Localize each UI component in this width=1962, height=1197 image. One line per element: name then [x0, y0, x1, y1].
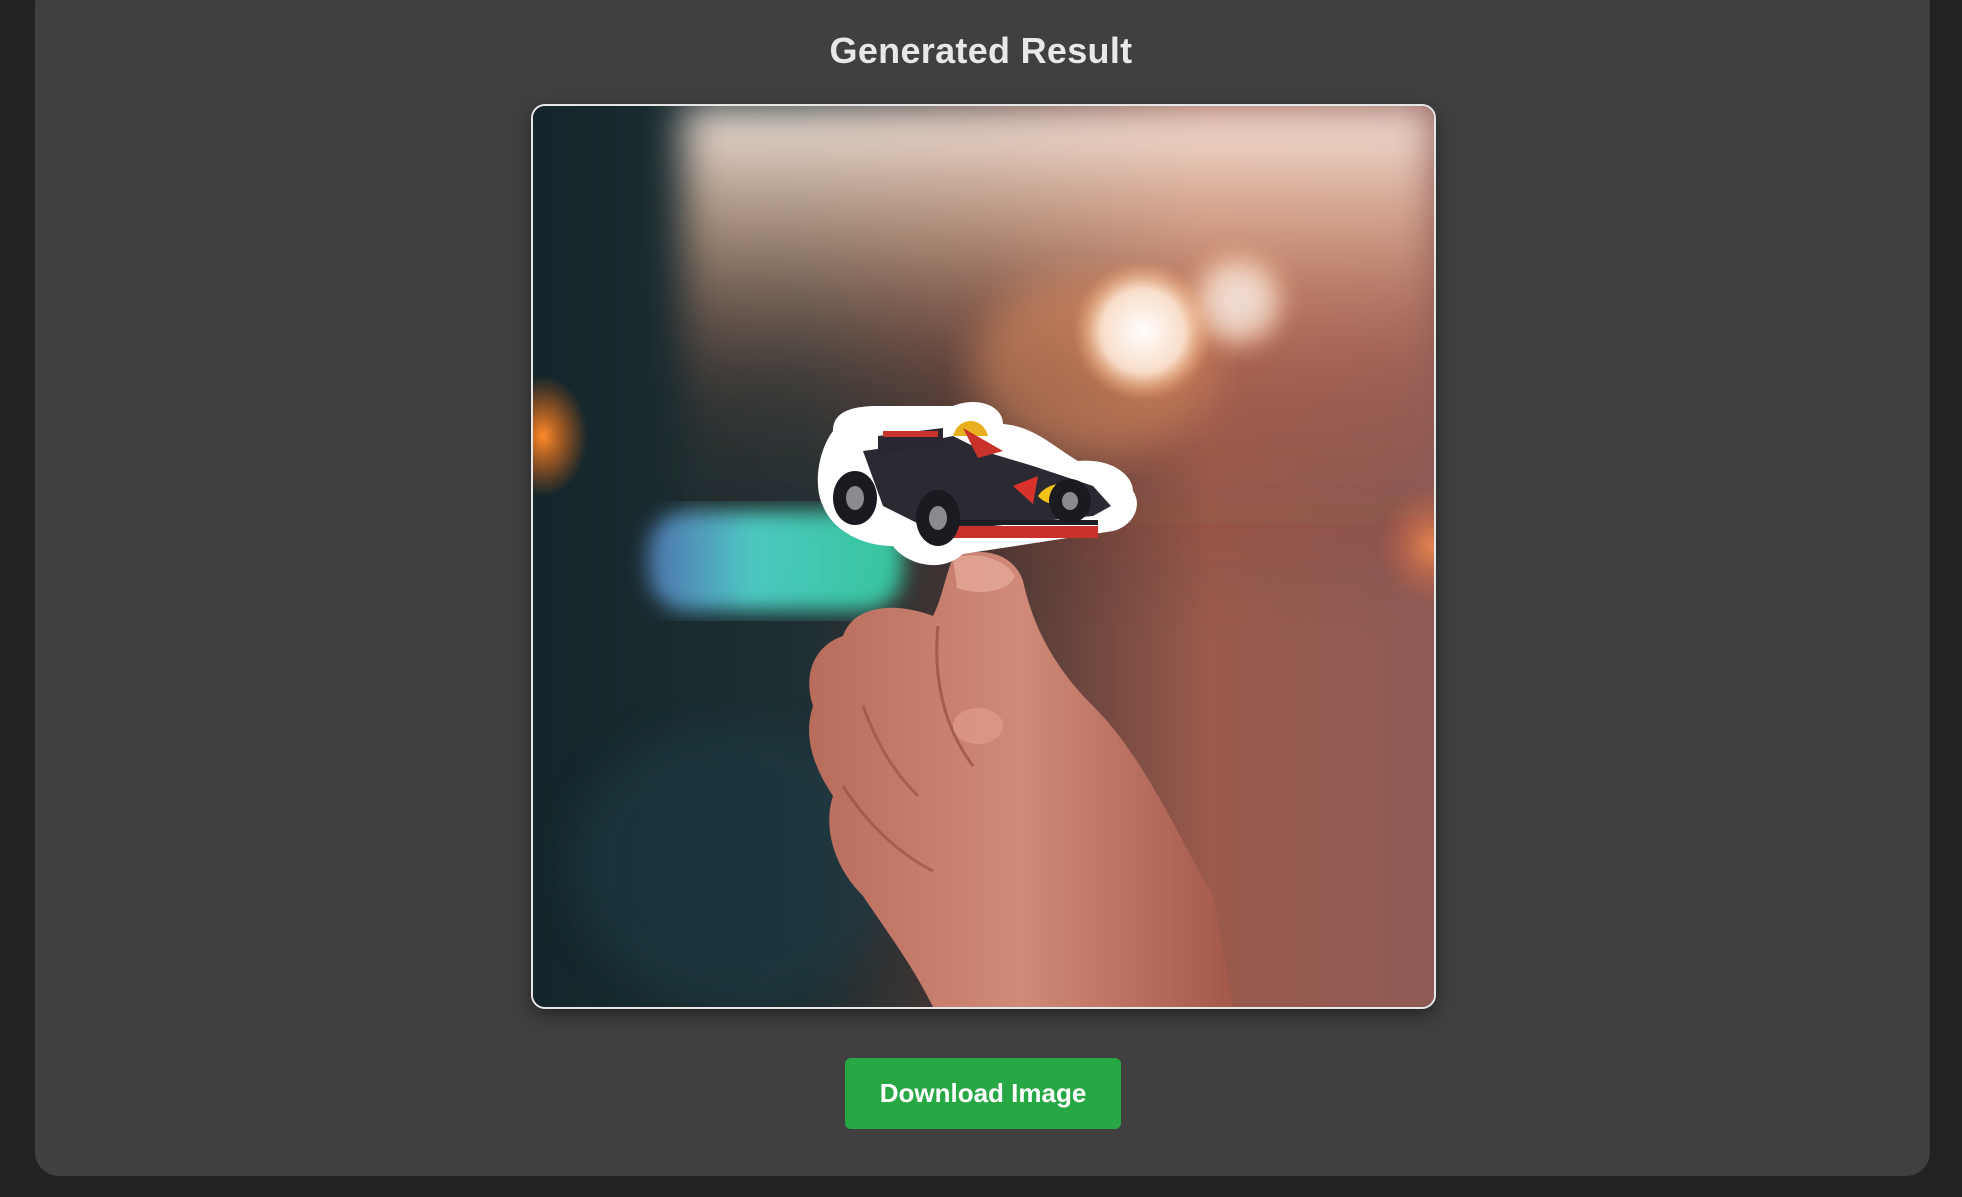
generated-image [531, 104, 1436, 1009]
download-image-button[interactable]: Download Image [845, 1058, 1121, 1129]
page-title: Generated Result [829, 30, 1133, 71]
generated-image-canvas [533, 106, 1434, 1007]
